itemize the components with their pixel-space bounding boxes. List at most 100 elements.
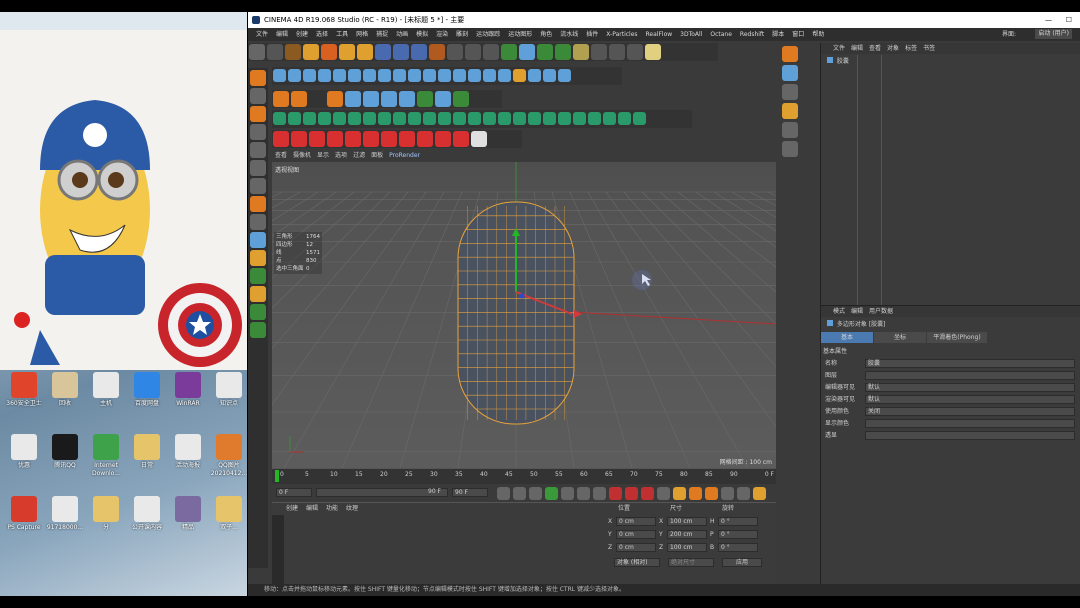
toolbar-tool-icon[interactable] — [519, 44, 535, 60]
apply-button[interactable]: 应用 — [722, 558, 762, 567]
playback-control-icon[interactable] — [625, 487, 638, 500]
end-frame-field[interactable]: 90 F — [452, 488, 488, 497]
coord-field[interactable]: 0 cm — [616, 543, 656, 552]
attribute-field-value[interactable]: 默认 — [865, 395, 1075, 404]
toolbar-tool-icon[interactable] — [327, 91, 343, 107]
attribute-field-value[interactable]: 胶囊 — [865, 359, 1075, 368]
toolbar-tool-icon[interactable] — [417, 91, 433, 107]
menu-item[interactable]: 选择 — [312, 31, 332, 38]
playback-control-icon[interactable] — [593, 487, 606, 500]
playback-control-icon[interactable] — [497, 487, 510, 500]
coord-mode-select[interactable]: 对象 (相对) — [614, 558, 660, 567]
desktop-icon[interactable]: 腾讯QQ — [43, 430, 87, 488]
toolbar-tool-icon[interactable] — [375, 44, 391, 60]
left-tool-icon[interactable] — [250, 196, 266, 212]
toolbar-tool-icon[interactable] — [408, 112, 421, 125]
coord-field[interactable]: 100 cm — [667, 517, 707, 526]
object-manager-tab[interactable]: 文件 — [833, 45, 845, 52]
viewport-menu-item[interactable]: 面板 — [368, 152, 386, 159]
menu-item[interactable]: 编辑 — [272, 31, 292, 38]
attribute-tab[interactable]: 编辑 — [851, 308, 863, 315]
material-tab[interactable]: 纹理 — [346, 505, 358, 512]
toolbar-tool-icon[interactable] — [513, 69, 526, 82]
toolbar-tool-icon[interactable] — [363, 91, 379, 107]
menu-item[interactable]: 窗口 — [788, 31, 808, 38]
desktop-icon[interactable]: 双子... — [207, 492, 247, 550]
playback-control-icon[interactable] — [673, 487, 686, 500]
attribute-subtab[interactable]: 基本 — [821, 332, 873, 343]
menu-item[interactable]: Octane — [706, 31, 736, 38]
toolbar-tool-icon[interactable] — [438, 69, 451, 82]
toolbar-tool-icon[interactable] — [453, 69, 466, 82]
viewport-menu-item[interactable]: 查看 — [272, 152, 290, 159]
toolbar-tool-icon[interactable] — [435, 91, 451, 107]
toolbar-tool-icon[interactable] — [288, 112, 301, 125]
toolbar-tool-icon[interactable] — [543, 69, 556, 82]
desktop-icon[interactable]: 百度网盘 — [125, 368, 169, 426]
toolbar-tool-icon[interactable] — [393, 44, 409, 60]
playback-control-icon[interactable] — [513, 487, 526, 500]
left-tool-icon[interactable] — [250, 268, 266, 284]
toolbar-tool-icon[interactable] — [498, 112, 511, 125]
attribute-field-value[interactable] — [865, 371, 1075, 380]
left-tool-icon[interactable] — [250, 106, 266, 122]
left-tool-icon[interactable] — [250, 214, 266, 230]
toolbar-tool-icon[interactable] — [558, 69, 571, 82]
toolbar-tool-icon[interactable] — [357, 44, 373, 60]
toolbar-tool-icon[interactable] — [498, 69, 511, 82]
toolbar-tool-icon[interactable] — [249, 44, 265, 60]
toolbar-tool-icon[interactable] — [468, 69, 481, 82]
toolbar-tool-icon[interactable] — [537, 44, 553, 60]
object-manager-tab[interactable]: 书签 — [923, 45, 935, 52]
object-manager-tab[interactable]: 对象 — [887, 45, 899, 52]
start-frame-field[interactable]: 0 F — [276, 488, 312, 497]
layout-select[interactable]: 启动 (用户) — [1035, 29, 1072, 39]
toolbar-tool-icon[interactable] — [453, 91, 469, 107]
toolbar-tool-icon[interactable] — [378, 69, 391, 82]
toolbar-tool-icon[interactable] — [291, 91, 307, 107]
desktop-icon[interactable]: 主机 — [84, 368, 128, 426]
coord-field[interactable]: 0 cm — [616, 517, 656, 526]
left-tool-icon[interactable] — [250, 88, 266, 104]
right-tool-icon[interactable] — [782, 84, 798, 100]
menu-item[interactable]: 工具 — [332, 31, 352, 38]
menu-item[interactable]: Redshift — [736, 31, 768, 38]
viewport-menu-item[interactable]: 摄像机 — [290, 152, 314, 159]
playback-control-icon[interactable] — [753, 487, 766, 500]
toolbar-tool-icon[interactable] — [273, 91, 289, 107]
toolbar-tool-icon[interactable] — [411, 44, 427, 60]
material-tab[interactable]: 编辑 — [306, 505, 318, 512]
left-tool-icon[interactable] — [250, 160, 266, 176]
playback-control-icon[interactable] — [657, 487, 670, 500]
menu-item[interactable]: 流水线 — [556, 31, 582, 38]
minimize-button[interactable]: — — [1045, 12, 1052, 28]
playback-control-icon[interactable] — [609, 487, 622, 500]
attribute-tab[interactable]: 模式 — [833, 308, 845, 315]
toolbar-tool-icon[interactable] — [501, 44, 517, 60]
desktop-icon[interactable]: 360安全卫士 — [2, 368, 46, 426]
toolbar-tool-icon[interactable] — [471, 131, 487, 147]
playback-control-icon[interactable] — [641, 487, 654, 500]
desktop-icon[interactable]: 知识点 — [207, 368, 247, 426]
toolbar-tool-icon[interactable] — [273, 69, 286, 82]
toolbar-tool-icon[interactable] — [318, 69, 331, 82]
attribute-subtab[interactable]: 平滑着色(Phong) — [927, 332, 987, 343]
toolbar-tool-icon[interactable] — [327, 131, 343, 147]
toolbar-tool-icon[interactable] — [558, 112, 571, 125]
right-tool-icon[interactable] — [782, 65, 798, 81]
left-tool-icon[interactable] — [250, 250, 266, 266]
toolbar-tool-icon[interactable] — [309, 131, 325, 147]
toolbar-tool-icon[interactable] — [288, 69, 301, 82]
toolbar-tool-icon[interactable] — [573, 112, 586, 125]
toolbar-tool-icon[interactable] — [318, 112, 331, 125]
coord-field[interactable]: 0 cm — [616, 530, 656, 539]
toolbar-tool-icon[interactable] — [429, 44, 445, 60]
toolbar-tool-icon[interactable] — [363, 112, 376, 125]
right-tool-icon[interactable] — [782, 46, 798, 62]
toolbar-tool-icon[interactable] — [381, 131, 397, 147]
menu-item[interactable]: 雕刻 — [452, 31, 472, 38]
menu-item[interactable]: 插件 — [582, 31, 602, 38]
toolbar-tool-icon[interactable] — [273, 131, 289, 147]
toolbar-tool-icon[interactable] — [447, 44, 463, 60]
toolbar-tool-icon[interactable] — [627, 44, 643, 60]
